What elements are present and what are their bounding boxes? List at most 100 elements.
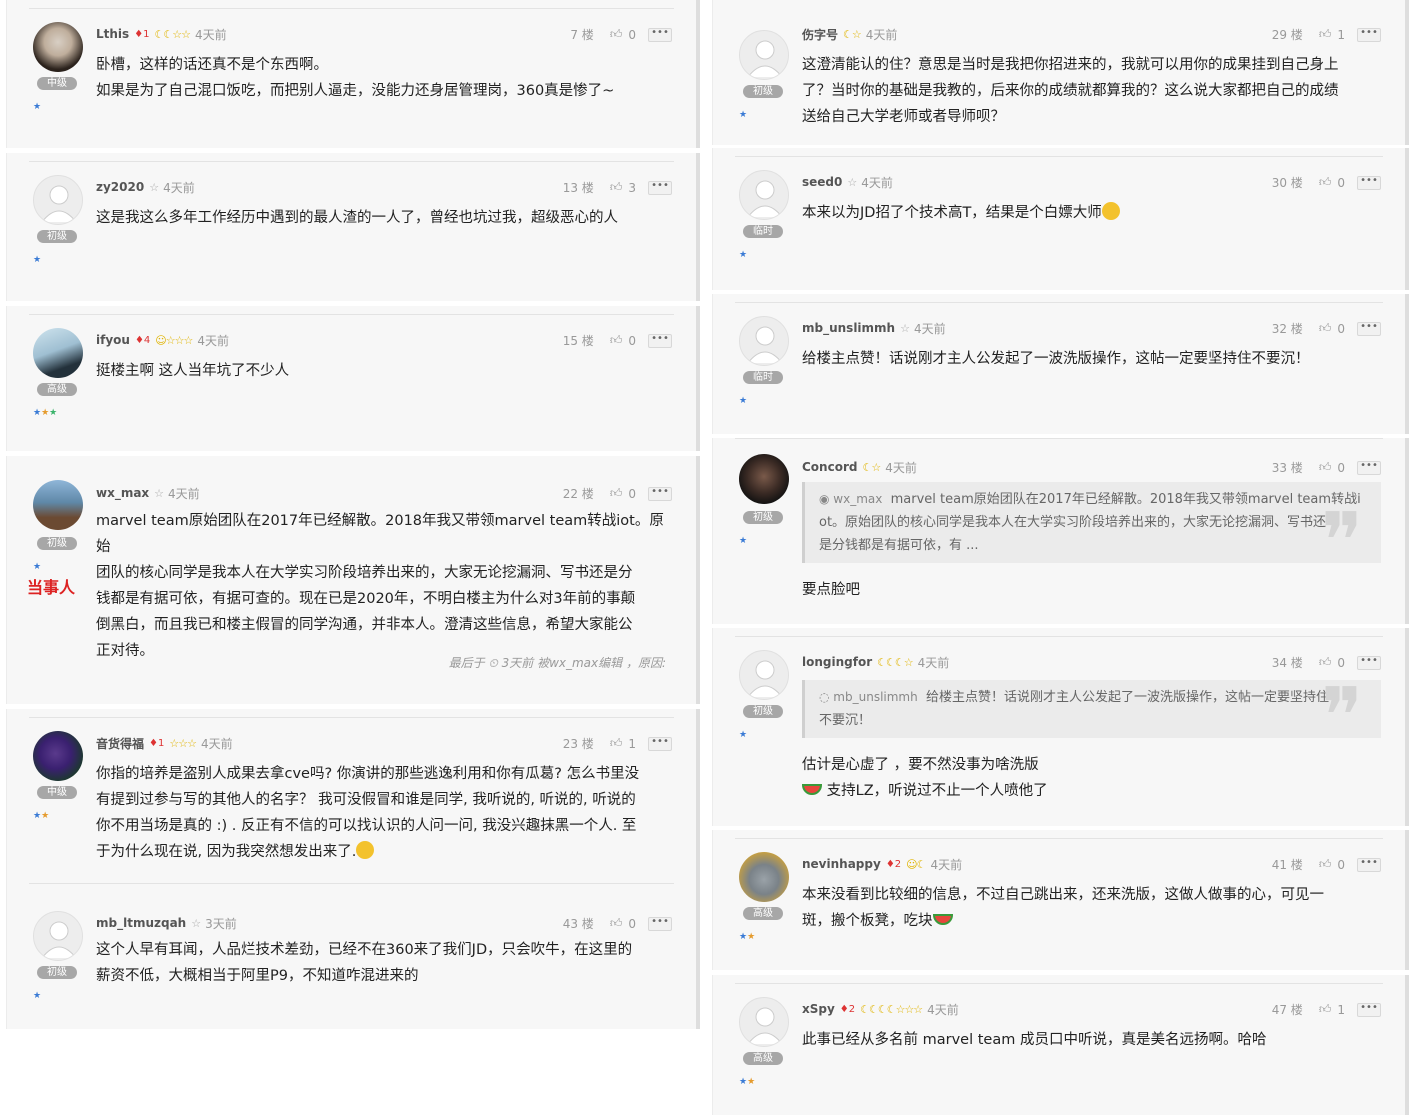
post-card: 临时 ★ seed0 ☆ 4天前 30 楼 👍︎ 0 ••• 本来以为JD招了个… [712,148,1409,290]
username[interactable]: wx_max [96,486,149,500]
thumbs-up-icon[interactable]: 👍︎ [1319,1002,1332,1017]
post-time: 4天前 [885,460,917,475]
thumbs-up-icon[interactable]: 👍︎ [610,916,623,931]
more-button[interactable]: ••• [648,27,672,42]
more-button[interactable]: ••• [1357,857,1381,872]
post-content: ◌ mb_unslimmh 给楼主点赞！话说刚才主人公发起了一波洗版操作，这帖一… [801,678,1381,804]
like-count: 3 [628,180,636,195]
post-card: 初级 ★ zy2020 ☆ 4天前 13 楼 👍︎ 3 ••• 这是我这么多年工… [6,153,700,301]
quote-author-name[interactable]: mb_unslimmh [833,690,917,704]
username[interactable]: 伤字号 [802,26,838,43]
default-avatar-icon[interactable] [33,175,83,225]
post-actions: 47 楼 👍︎ 1 ••• [1272,1001,1381,1018]
content-line: 倒黑白，而且我已和楼主假冒的同学沟通，并非本人。澄清这些信息，希望大家能公 [96,617,633,633]
more-button[interactable]: ••• [1357,175,1381,190]
avatar[interactable] [33,480,83,530]
floor-number: 7 楼 [570,28,594,42]
post-meta: 伤字号 ☾☆ 4天前 [802,26,897,43]
post-meta: longingfor ☾☾☾☆ 4天前 [802,655,949,670]
username[interactable]: nevinhappy [802,857,881,871]
post-time: 4天前 [168,486,200,501]
more-button[interactable]: ••• [1357,27,1381,42]
more-button[interactable]: ••• [648,180,672,195]
thumbs-up-icon[interactable]: 👍︎ [1319,460,1332,475]
thumbs-up-icon[interactable]: 👍︎ [610,736,623,751]
thumbs-up-icon[interactable]: 👍︎ [1319,27,1332,42]
avatar[interactable] [33,328,83,378]
username[interactable]: Concord [802,460,857,474]
more-button[interactable]: ••• [1357,321,1381,336]
username[interactable]: 音货得福 [96,735,144,752]
username[interactable]: longingfor [802,655,872,669]
thumbs-up-icon[interactable]: 👍︎ [1319,655,1332,670]
content-line: 支持LZ，听说过不止一个人喷他了 [826,783,1048,799]
post-actions: 32 楼 👍︎ 0 ••• [1272,320,1381,337]
post-meta: Lthis ♦1 ☾☾☆☆ 4天前 [96,27,227,42]
quote-block: ◉ wx_max marvel team原始团队在2017年已经解散。2018年… [802,482,1381,581]
moon-star-icons: ☾☾☾☆ [877,655,913,669]
moon-star-icons: ☾☆ [843,27,862,41]
quote-mark-icon: ❞ [1321,497,1363,587]
default-avatar-icon[interactable] [739,650,789,700]
thumbs-up-icon[interactable]: 👍︎ [1319,175,1332,190]
username[interactable]: mb_unslimmh [802,321,895,335]
more-button[interactable]: ••• [648,736,672,751]
more-button[interactable]: ••• [1357,460,1381,475]
thumbs-up-icon[interactable]: 👍︎ [1319,857,1332,872]
avatar[interactable] [33,22,83,72]
rank-number: 2 [848,1003,856,1015]
default-avatar-icon[interactable] [739,316,789,366]
content-line: 你指的培养是盗别人成果去拿cve吗? 你演讲的那些逃逸利用和你有瓜葛? 怎么书里… [96,766,640,782]
more-button[interactable]: ••• [1357,655,1381,670]
sun-moon-icons: ☺☾ [906,857,926,871]
like-count: 0 [1337,321,1345,336]
thumbs-up-icon[interactable]: 👍︎ [610,486,623,501]
content-line: 要点脸吧 [802,582,860,598]
username[interactable]: xSpy [802,1002,835,1016]
avatar[interactable] [739,852,789,902]
username[interactable]: seed0 [802,175,842,189]
star-icons: ★ [33,991,42,1001]
quote-line: 不要沉！ [819,713,872,728]
thumbs-up-icon[interactable]: 👍︎ [610,333,623,348]
rank-number: 2 [894,858,902,870]
star-outline-icon: ☆ [154,486,164,500]
default-avatar-icon[interactable] [739,30,789,80]
more-button[interactable]: ••• [648,916,672,931]
default-avatar-icon[interactable] [739,170,789,220]
more-button[interactable]: ••• [648,486,672,501]
default-avatar-icon[interactable] [33,911,83,961]
post-content: 卧槽，这样的话还真不是个东西啊。 如果是为了自己混口饭吃，而把别人逼走，没能力还… [96,52,672,104]
post-content: 给楼主点赞！话说刚才主人公发起了一波洗版操作，这帖一定要坚持住不要沉！ [802,346,1381,372]
like-count: 0 [628,486,636,501]
avatar[interactable] [33,731,83,781]
username[interactable]: mb_ltmuzqah [96,916,186,930]
star-icons: ★★ [33,811,50,821]
more-button[interactable]: ••• [1357,1002,1381,1017]
content-line: 团队的核心同学是我本人在大学实习阶段培养出来的，大家无论挖漏洞、写书还是分 [96,565,633,581]
level-badge: 高级 [743,1052,783,1065]
post-card: 高级 ★★ xSpy ♦2 ☾☾☾☾☆☆☆ 4天前 47 楼 👍︎ 1 ••• … [712,975,1409,1115]
post-content: marvel team原始团队在2017年已经解散。2018年我又带领marve… [96,508,672,664]
username[interactable]: ifyou [96,333,130,347]
floor-number: 41 楼 [1271,858,1303,872]
level-badge: 高级 [743,907,783,920]
default-avatar-icon[interactable] [739,997,789,1047]
quote-author-name[interactable]: wx_max [833,492,882,506]
quote-block: ◌ mb_unslimmh 给楼主点赞！话说刚才主人公发起了一波洗版操作，这帖一… [802,678,1381,756]
star-outline-icon: ☆ [191,916,201,930]
thumbs-up-icon[interactable]: 👍︎ [610,180,623,195]
avatar[interactable] [739,454,789,504]
post-meta: mb_ltmuzqah ☆ 3天前 [96,916,237,931]
thumbs-up-icon[interactable]: 👍︎ [610,27,623,42]
quote-author: ◉ wx_max [819,492,883,506]
post-card: 中级 ★ Lthis ♦1 ☾☾☆☆ 4天前 7 楼 👍︎ 0 ••• 卧槽，这… [6,0,700,148]
star-icons: ★ [33,562,42,572]
thumbs-up-icon[interactable]: 👍︎ [1319,321,1332,336]
quote-line: 给楼主点赞！话说刚才主人公发起了一波洗版操作，这帖一定要坚持住 [925,690,1329,705]
username[interactable]: zy2020 [96,180,144,194]
username[interactable]: Lthis [96,27,129,41]
post-actions: 23 楼 👍︎ 1 ••• [563,735,672,752]
more-button[interactable]: ••• [648,333,672,348]
floor-number: 22 楼 [562,487,594,501]
